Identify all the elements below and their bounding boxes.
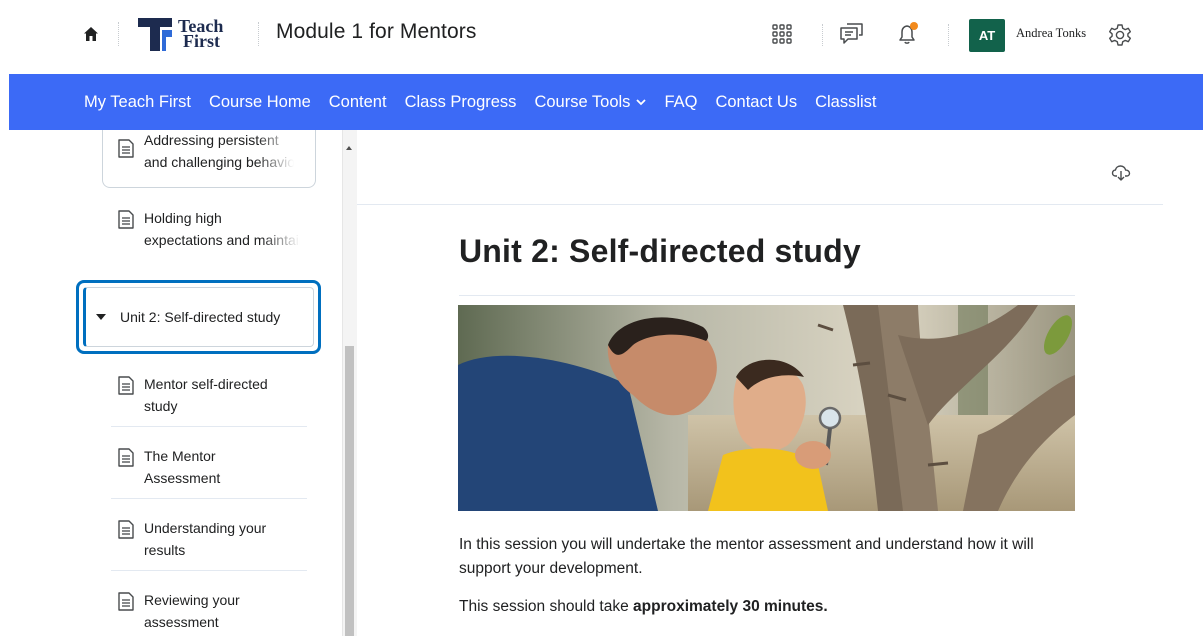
settings-gear-icon[interactable] (1106, 21, 1134, 49)
notifications-bell-icon[interactable] (893, 20, 921, 48)
nav-my-teach-first[interactable]: My Teach First (84, 93, 191, 112)
teach-first-logo-mark (138, 18, 172, 51)
toc-item-label: Assessment (144, 470, 221, 486)
chevron-down-icon (636, 99, 647, 106)
nav-faq[interactable]: FAQ (664, 93, 697, 112)
toc-item-understanding-results[interactable]: Understanding your results (118, 517, 314, 561)
user-name[interactable]: Andrea Tonks (1016, 26, 1086, 41)
document-icon (118, 520, 134, 539)
document-icon (118, 139, 134, 158)
course-title[interactable]: Module 1 for Mentors (276, 20, 476, 44)
avatar[interactable]: AT (969, 19, 1005, 52)
toc-item-label: expectations and maintaining (144, 232, 300, 248)
toc-item-mentor-self-directed-study[interactable]: Mentor self-directed study (118, 373, 314, 417)
toc-divider (111, 570, 307, 571)
nav-contact-us[interactable]: Contact Us (715, 93, 797, 112)
chat-icon (840, 23, 863, 44)
gear-icon (1109, 24, 1131, 46)
message-alerts-icon[interactable] (838, 20, 866, 48)
title-divider (459, 295, 1075, 296)
toc-item-reviewing-assessment[interactable]: Reviewing your assessment (118, 589, 314, 633)
toc-divider (111, 426, 307, 427)
course-selector-grid-icon[interactable] (768, 20, 796, 48)
bell-icon (899, 22, 918, 44)
toc-divider (111, 498, 307, 499)
unit-2-label: Unit 2: Self-directed study (120, 309, 281, 325)
top-header: Teach First Module 1 for Mentors AT Andr… (0, 0, 1203, 74)
table-of-contents-sidebar: Addressing persistent and challenging be… (0, 130, 357, 636)
document-icon (118, 376, 134, 395)
document-icon (118, 210, 134, 229)
header-separator (948, 24, 949, 46)
notification-dot (910, 22, 918, 30)
toc-item-label: Understanding your (144, 520, 267, 536)
document-icon (118, 448, 134, 467)
toc-item-label: Holding high (144, 210, 222, 226)
toc-item-label: results (144, 542, 186, 558)
logo-line-2: First (183, 31, 220, 51)
unit-2-focus-ring[interactable]: Unit 2: Self-directed study (76, 280, 321, 354)
page-title: Unit 2: Self-directed study (459, 233, 861, 269)
scroll-up-arrow-icon[interactable] (344, 144, 354, 152)
nav-course-tools[interactable]: Course Tools (534, 92, 647, 112)
nav-content[interactable]: Content (329, 93, 387, 112)
toc-item-label: and challenging behaviour (144, 154, 294, 170)
header-separator (258, 22, 259, 46)
caret-down-icon (96, 313, 106, 320)
intro-paragraph: In this session you will undertake the m… (459, 536, 1034, 577)
hero-image-mentor-and-child-with-magnifier (458, 305, 1075, 511)
home-icon[interactable] (82, 25, 100, 43)
duration-bold: approximately 30 minutes. (633, 598, 828, 615)
toc-item-label: assessment (144, 614, 219, 630)
grid-icon (772, 24, 792, 44)
header-separator (118, 22, 119, 46)
toc-item-label: Addressing persistent (144, 132, 279, 148)
nav-course-tools-label: Course Tools (534, 92, 631, 111)
cloud-download-icon[interactable] (1111, 162, 1131, 182)
nav-class-progress[interactable]: Class Progress (405, 93, 517, 112)
document-icon (118, 592, 134, 611)
toc-item-label: study (144, 398, 178, 414)
toc-item-label: The Mentor (144, 448, 216, 464)
toc-item-label: Reviewing your (144, 592, 240, 608)
unit-2-module-toggle[interactable]: Unit 2: Self-directed study (83, 287, 314, 347)
content-header-divider (357, 204, 1163, 205)
nav-course-home[interactable]: Course Home (209, 93, 311, 112)
toc-item-addressing-behaviour[interactable]: Addressing persistent and challenging be… (118, 132, 294, 173)
content-viewer: Unit 2: Self-directed study In this sess… (357, 130, 1203, 636)
toc-item-mentor-assessment[interactable]: The Mentor Assessment (118, 445, 314, 489)
header-separator (822, 24, 823, 46)
nav-classlist[interactable]: Classlist (815, 93, 876, 112)
toc-item-high-expectations[interactable]: Holding high expectations and maintainin… (118, 207, 300, 251)
course-navbar: My Teach First Course Home Content Class… (9, 74, 1203, 130)
duration-paragraph: This session should take approximately 3… (459, 598, 828, 616)
teach-first-logo[interactable]: Teach First (136, 14, 223, 54)
logo-wordmark: Teach First (178, 17, 223, 51)
duration-prefix: This session should take (459, 598, 634, 615)
toc-item-label: Mentor self-directed (144, 376, 268, 392)
sidebar-scrollbar-thumb[interactable] (345, 346, 354, 636)
